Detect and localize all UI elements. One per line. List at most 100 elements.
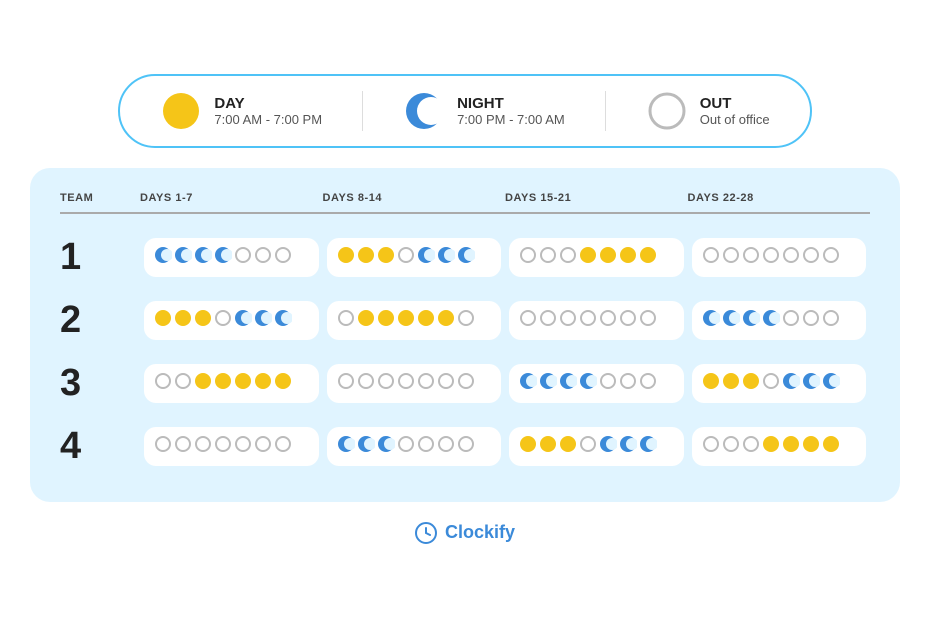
out-cell-icon	[599, 309, 617, 327]
sun-cell-icon	[619, 246, 637, 264]
out-cell-icon	[234, 435, 252, 453]
out-icon	[646, 90, 688, 132]
moon-cell-icon	[702, 309, 720, 327]
out-cell-icon	[519, 246, 537, 264]
moon-cell-icon	[742, 309, 760, 327]
divider-1	[362, 91, 363, 131]
out-cell-icon	[539, 246, 557, 264]
legend-night: NIGHT 7:00 PM - 7:00 AM	[403, 90, 565, 132]
out-cell-icon	[377, 372, 395, 390]
moon-cell-icon	[174, 246, 192, 264]
sun-cell-icon	[599, 246, 617, 264]
day-cell-0-1	[327, 238, 502, 277]
moon-cell-icon	[357, 435, 375, 453]
moon-cell-icon	[254, 309, 272, 327]
legend-out-sublabel: Out of office	[700, 112, 770, 127]
out-cell-icon	[417, 435, 435, 453]
sun-cell-icon	[194, 309, 212, 327]
out-cell-icon	[599, 372, 617, 390]
day-cell-2-1	[327, 364, 502, 403]
legend-out-label: OUT	[700, 95, 770, 112]
moon-cell-icon	[337, 435, 355, 453]
out-cell-icon	[457, 309, 475, 327]
out-cell-icon	[437, 435, 455, 453]
col-days3: DAYS 15-21	[505, 192, 688, 204]
moon-cell-icon	[417, 246, 435, 264]
moon-cell-icon	[762, 309, 780, 327]
divider-2	[605, 91, 606, 131]
sun-cell-icon	[702, 372, 720, 390]
out-cell-icon	[639, 372, 657, 390]
sun-cell-icon	[154, 309, 172, 327]
moon-cell-icon	[782, 372, 800, 390]
sun-cell-icon	[579, 246, 597, 264]
day-cell-3-2	[509, 427, 684, 466]
out-cell-icon	[639, 309, 657, 327]
out-cell-icon	[619, 372, 637, 390]
out-cell-icon	[762, 372, 780, 390]
sun-cell-icon	[782, 435, 800, 453]
sun-cell-icon	[822, 435, 840, 453]
day-cell-1-2	[509, 301, 684, 340]
footer: Clockify	[415, 522, 515, 544]
moon-cell-icon	[639, 435, 657, 453]
out-cell-icon	[519, 309, 537, 327]
out-cell-icon	[194, 435, 212, 453]
col-days1: DAYS 1-7	[140, 192, 323, 204]
legend-night-label: NIGHT	[457, 95, 565, 112]
sun-cell-icon	[174, 309, 192, 327]
out-cell-icon	[742, 435, 760, 453]
moon-cell-icon	[154, 246, 172, 264]
moon-cell-icon	[599, 435, 617, 453]
legend-day-label: DAY	[214, 95, 322, 112]
out-cell-icon	[822, 309, 840, 327]
moon-cell-icon	[722, 309, 740, 327]
sun-cell-icon	[357, 246, 375, 264]
out-cell-icon	[619, 309, 637, 327]
out-cell-icon	[154, 372, 172, 390]
out-cell-icon	[579, 435, 597, 453]
out-cell-icon	[782, 309, 800, 327]
table-row: 4	[60, 415, 870, 478]
sun-cell-icon	[214, 372, 232, 390]
out-cell-icon	[397, 435, 415, 453]
moon-cell-icon	[194, 246, 212, 264]
out-cell-icon	[822, 246, 840, 264]
sun-cell-icon	[762, 435, 780, 453]
sun-cell-icon	[274, 372, 292, 390]
team-num-3: 3	[60, 362, 140, 405]
out-cell-icon	[214, 309, 232, 327]
team-num-1: 1	[60, 236, 140, 279]
out-cell-icon	[397, 246, 415, 264]
out-cell-icon	[437, 372, 455, 390]
moon-cell-icon	[377, 435, 395, 453]
moon-cell-icon	[539, 372, 557, 390]
moon-cell-icon	[274, 309, 292, 327]
table-row: 1	[60, 226, 870, 289]
schedule-table: TEAM DAYS 1-7 DAYS 8-14 DAYS 15-21 DAYS …	[30, 168, 900, 502]
out-cell-icon	[579, 309, 597, 327]
out-cell-icon	[174, 435, 192, 453]
table-row: 2	[60, 289, 870, 352]
day-cell-1-0	[144, 301, 319, 340]
sun-cell-icon	[417, 309, 435, 327]
out-cell-icon	[802, 309, 820, 327]
sun-cell-icon	[254, 372, 272, 390]
out-cell-icon	[702, 246, 720, 264]
out-cell-icon	[337, 309, 355, 327]
moon-cell-icon	[802, 372, 820, 390]
out-cell-icon	[782, 246, 800, 264]
table-row: 3	[60, 352, 870, 415]
col-days2: DAYS 8-14	[323, 192, 506, 204]
moon-cell-icon	[619, 435, 637, 453]
legend-out: OUT Out of office	[646, 90, 770, 132]
moon-icon	[403, 90, 445, 132]
sun-cell-icon	[437, 309, 455, 327]
out-cell-icon	[539, 309, 557, 327]
day-cell-0-2	[509, 238, 684, 277]
moon-cell-icon	[457, 246, 475, 264]
sun-cell-icon	[377, 309, 395, 327]
brand-name: Clockify	[445, 522, 515, 543]
day-cell-3-1	[327, 427, 502, 466]
out-cell-icon	[214, 435, 232, 453]
